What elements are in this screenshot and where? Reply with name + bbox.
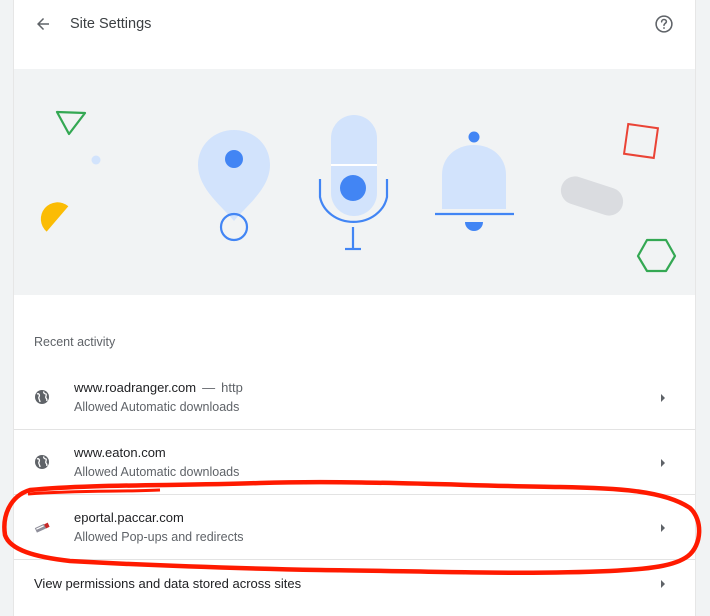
header: Site Settings xyxy=(14,0,695,50)
help-button[interactable] xyxy=(653,13,675,35)
chevron-right-icon xyxy=(661,524,665,532)
red-square-shape xyxy=(622,122,660,160)
gray-pill-shape xyxy=(560,176,624,216)
location-pin-icon xyxy=(198,130,270,242)
site-name: www.roadranger.com xyxy=(74,380,197,395)
chevron-right-icon xyxy=(661,580,665,588)
site-name: www.eaton.com xyxy=(74,445,166,460)
view-permissions-label: View permissions and data stored across … xyxy=(34,576,302,591)
globe-icon xyxy=(35,455,49,469)
recent-activity-item[interactable]: www.roadranger.com — http Allowed Automati… xyxy=(14,366,695,430)
permissions-illustration xyxy=(40,110,677,273)
site-name: eportal.paccar.com xyxy=(74,510,184,525)
chevron-right-icon xyxy=(661,394,665,402)
site-permission-detail: Allowed Automatic downloads xyxy=(74,400,240,414)
chevron-right-icon xyxy=(661,459,665,467)
notification-bell-icon xyxy=(435,131,514,231)
divider xyxy=(14,494,695,495)
arrow-back-icon xyxy=(37,18,49,30)
recent-activity-item[interactable]: eportal.paccar.com Allowed Pop-ups and r… xyxy=(14,496,695,560)
page-title: Site Settings xyxy=(70,16,152,32)
divider xyxy=(14,429,695,430)
green-triangle-shape xyxy=(55,110,87,136)
site-settings-card: Site Settings Recent activity www.roadra… xyxy=(14,0,695,616)
view-permissions-link[interactable]: View permissions and data stored across … xyxy=(14,560,695,606)
green-hexagon-shape xyxy=(636,238,677,273)
site-permission-detail: Allowed Automatic downloads xyxy=(74,465,240,479)
recent-activity-heading: Recent activity xyxy=(34,335,116,349)
recent-activity-item[interactable]: www.eaton.com Allowed Automatic download… xyxy=(14,431,695,495)
truck-favicon-icon xyxy=(34,522,50,533)
globe-icon xyxy=(35,390,49,404)
yellow-semicircle-shape xyxy=(40,202,69,232)
illustration-banner xyxy=(14,69,695,295)
site-permission-detail: Allowed Pop-ups and redirects xyxy=(74,530,244,544)
site-protocol: http xyxy=(221,380,243,395)
blue-dot-shape xyxy=(91,155,101,165)
back-button[interactable] xyxy=(31,12,55,36)
help-icon xyxy=(655,15,673,33)
microphone-icon xyxy=(318,115,389,251)
separator: — xyxy=(202,380,216,395)
